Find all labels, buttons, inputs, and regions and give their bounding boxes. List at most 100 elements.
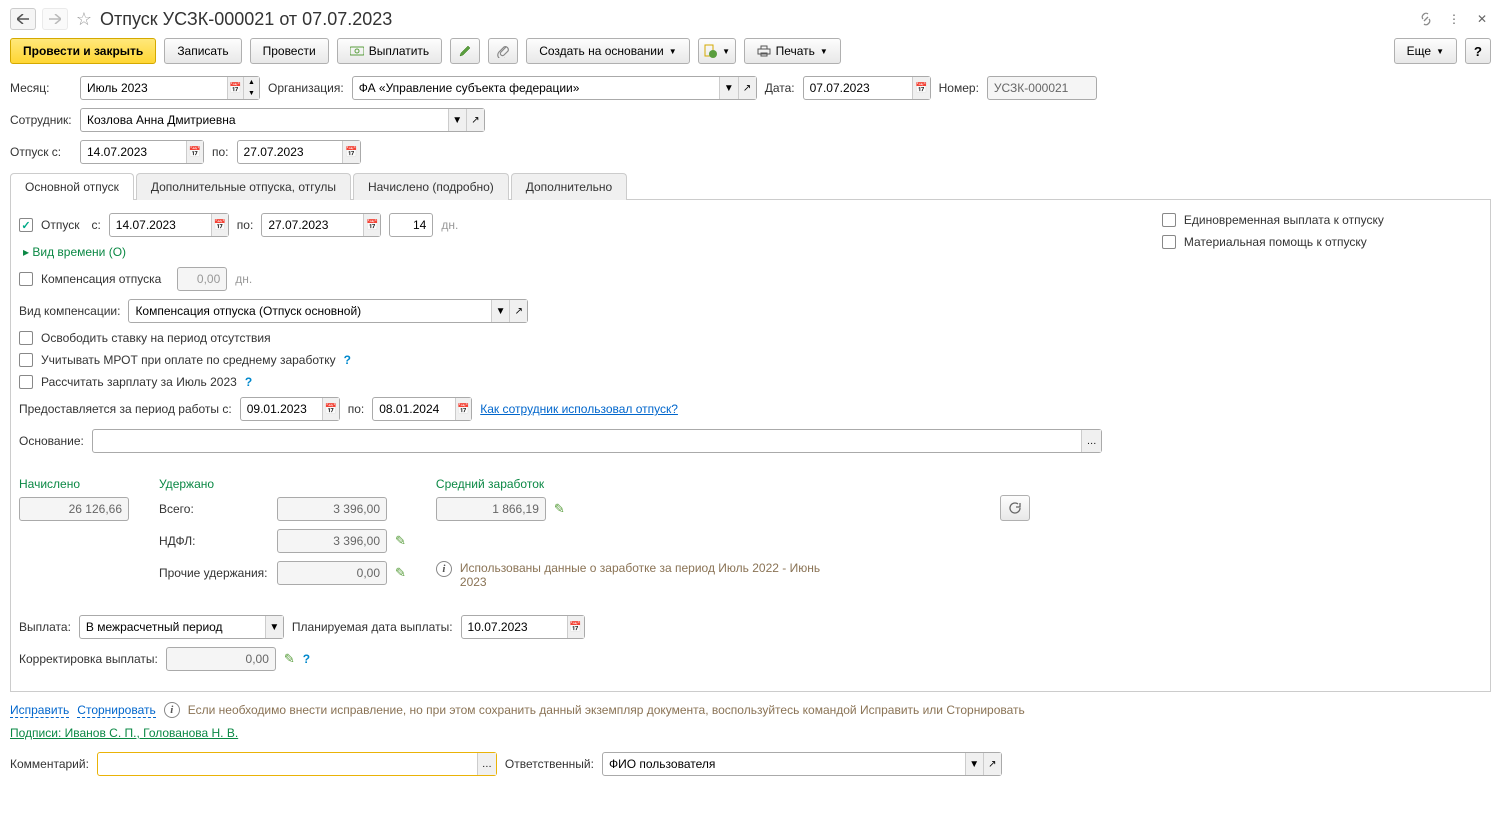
signatures-link[interactable]: Подписи: Иванов С. П., Голованова Н. В. xyxy=(10,726,238,740)
corr-edit-icon[interactable]: ✎ xyxy=(284,651,295,667)
days-field[interactable] xyxy=(389,213,433,237)
attach-button[interactable] xyxy=(488,38,518,64)
fix-link[interactable]: Исправить xyxy=(10,703,69,718)
post-button[interactable]: Провести xyxy=(250,38,329,64)
compensation-checkbox[interactable] xyxy=(19,272,33,286)
date-field[interactable]: 📅 xyxy=(803,76,931,100)
spinner-up[interactable]: ▲ xyxy=(243,77,259,88)
open-icon[interactable]: ↗ xyxy=(466,109,484,131)
other-withhold-field xyxy=(277,561,387,585)
calendar-icon[interactable]: 📅 xyxy=(455,398,471,420)
withheld-all-label: Всего: xyxy=(159,502,269,516)
comp-days-field xyxy=(177,267,227,291)
employee-field[interactable]: ▼ ↗ xyxy=(80,108,485,132)
more-button[interactable]: Еще ▼ xyxy=(1394,38,1457,64)
plan-date-field[interactable]: 📅 xyxy=(461,615,585,639)
payment-field[interactable]: ▼ xyxy=(79,615,284,639)
calendar-icon[interactable]: 📅 xyxy=(567,616,584,638)
period-to-field[interactable]: 📅 xyxy=(372,397,472,421)
month-field[interactable]: 📅 ▲ ▼ xyxy=(80,76,260,100)
avg-field xyxy=(436,497,546,521)
vac-from-label: Отпуск с: xyxy=(10,145,72,159)
close-icon[interactable]: ✕ xyxy=(1473,10,1491,28)
calendar-icon[interactable]: 📅 xyxy=(912,77,929,99)
mrot-help[interactable]: ? xyxy=(344,353,351,367)
open-icon[interactable]: ↗ xyxy=(738,77,756,99)
calendar-icon[interactable]: 📅 xyxy=(211,214,228,236)
ellipsis-icon[interactable]: … xyxy=(477,753,496,775)
withheld-all-field xyxy=(277,497,387,521)
kebab-icon[interactable]: ⋮ xyxy=(1445,10,1463,28)
dropdown-icon[interactable]: ▼ xyxy=(448,109,466,131)
post-and-close-button[interactable]: Провести и закрыть xyxy=(10,38,156,64)
basis-field[interactable]: … xyxy=(92,429,1102,453)
dropdown-icon[interactable]: ▼ xyxy=(719,77,737,99)
main-to-label: по: xyxy=(237,218,254,232)
withheld-header: Удержано xyxy=(159,477,406,491)
link-icon[interactable] xyxy=(1417,10,1435,28)
release-rate-checkbox[interactable] xyxy=(19,331,33,345)
create-based-button[interactable]: Создать на основании ▼ xyxy=(526,38,689,64)
open-icon[interactable]: ↗ xyxy=(509,300,527,322)
edit-button[interactable] xyxy=(450,38,480,64)
vac-from-field[interactable]: 📅 xyxy=(80,140,204,164)
month-label: Месяц: xyxy=(10,81,72,95)
pay-button[interactable]: Выплатить xyxy=(337,38,443,64)
back-button[interactable] xyxy=(10,8,36,30)
dropdown-icon[interactable]: ▼ xyxy=(491,300,509,322)
footer-note: Если необходимо внести исправление, но п… xyxy=(188,703,1025,717)
comp-type-field[interactable]: ▼ ↗ xyxy=(128,299,528,323)
calendar-icon[interactable]: 📅 xyxy=(363,214,380,236)
save-button[interactable]: Записать xyxy=(164,38,241,64)
accrued-header: Начислено xyxy=(19,477,129,491)
spinner-down[interactable]: ▼ xyxy=(243,88,259,99)
vac-to-field[interactable]: 📅 xyxy=(237,140,361,164)
tab-additional-vacation[interactable]: Дополнительные отпуска, отгулы xyxy=(136,173,351,200)
dropdown-icon[interactable]: ▼ xyxy=(265,616,283,638)
recalc-help[interactable]: ? xyxy=(245,375,252,389)
refresh-button[interactable] xyxy=(1000,495,1030,521)
doc-plus-icon xyxy=(703,44,717,58)
ellipsis-icon[interactable]: … xyxy=(1081,430,1101,452)
money-icon xyxy=(350,45,364,57)
forward-button[interactable] xyxy=(42,8,68,30)
usage-link[interactable]: Как сотрудник использовал отпуск? xyxy=(480,402,678,416)
calendar-icon[interactable]: 📅 xyxy=(186,141,203,163)
calendar-icon[interactable]: 📅 xyxy=(322,398,338,420)
mat-help-checkbox[interactable] xyxy=(1162,235,1176,249)
mrot-checkbox[interactable] xyxy=(19,353,33,367)
calendar-icon[interactable]: 📅 xyxy=(342,141,359,163)
main-from-field[interactable]: 📅 xyxy=(109,213,229,237)
vacation-checkbox[interactable] xyxy=(19,218,33,232)
bonus-checkbox[interactable] xyxy=(1162,213,1176,227)
dropdown-icon[interactable]: ▼ xyxy=(965,753,983,775)
main-to-field[interactable]: 📅 xyxy=(261,213,381,237)
other-edit-icon[interactable]: ✎ xyxy=(395,565,406,581)
tab-extra[interactable]: Дополнительно xyxy=(511,173,627,200)
days-suffix: дн. xyxy=(441,218,458,232)
org-field[interactable]: ▼ ↗ xyxy=(352,76,757,100)
payment-label: Выплата: xyxy=(19,620,71,634)
release-rate-label: Освободить ставку на период отсутствия xyxy=(41,331,271,345)
open-icon[interactable]: ↗ xyxy=(983,753,1001,775)
comment-field[interactable]: … xyxy=(97,752,497,776)
recalc-checkbox[interactable] xyxy=(19,375,33,389)
corr-field xyxy=(166,647,276,671)
corr-help[interactable]: ? xyxy=(303,652,310,666)
ndfl-edit-icon[interactable]: ✎ xyxy=(395,533,406,549)
accrued-field xyxy=(19,497,129,521)
basis-label: Основание: xyxy=(19,434,84,448)
time-type-toggle[interactable]: ▸ Вид времени (О) xyxy=(23,245,126,259)
favorite-icon[interactable]: ☆ xyxy=(74,9,94,29)
calendar-icon[interactable]: 📅 xyxy=(227,77,243,99)
period-from-field[interactable]: 📅 xyxy=(240,397,340,421)
avg-edit-icon[interactable]: ✎ xyxy=(554,501,565,517)
reverse-link[interactable]: Сторнировать xyxy=(77,703,155,718)
resp-label: Ответственный: xyxy=(505,757,594,771)
help-button[interactable]: ? xyxy=(1465,38,1491,64)
resp-field[interactable]: ▼ ↗ xyxy=(602,752,1002,776)
tab-accrued-detail[interactable]: Начислено (подробно) xyxy=(353,173,509,200)
print-button[interactable]: Печать ▼ xyxy=(744,38,841,64)
tab-main-vacation[interactable]: Основной отпуск xyxy=(10,173,134,200)
create-related-button[interactable]: ▼ xyxy=(698,38,736,64)
